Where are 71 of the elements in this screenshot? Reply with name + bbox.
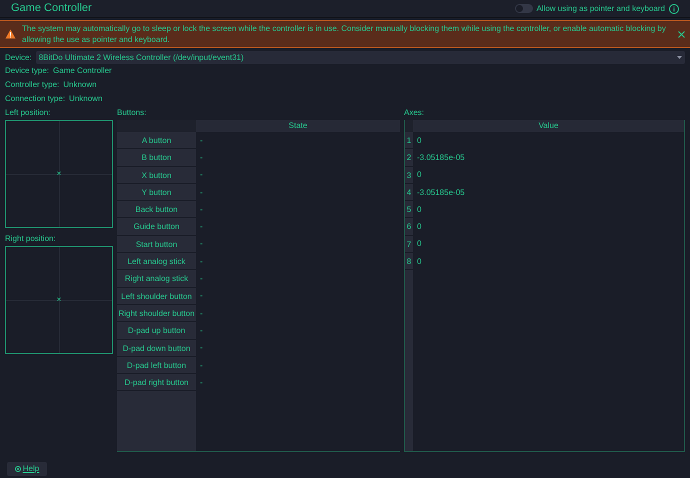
table-cell: 0 — [417, 221, 422, 234]
toggle-switch[interactable] — [515, 4, 534, 13]
info-label: Device type: — [5, 65, 50, 78]
row-header: D-pad left button — [117, 356, 196, 374]
position-marker: × — [56, 296, 62, 304]
table-cell: - — [200, 290, 203, 302]
row-header: Y button — [117, 184, 196, 202]
axes-label: Axes: — [404, 108, 426, 118]
table-cell: -3.05185e-05 — [417, 186, 465, 199]
row-header: Left shoulder button — [117, 288, 196, 305]
row-header: 6 — [405, 218, 413, 236]
table-cell: - — [200, 256, 203, 268]
table-cell: - — [200, 221, 203, 234]
info-label: Controller type: — [5, 79, 60, 92]
row-header: Right shoulder button — [117, 304, 196, 322]
info-value: Unknown — [63, 79, 97, 92]
info-icon[interactable] — [669, 4, 679, 14]
row-header: X button — [117, 166, 196, 184]
row-header: Right analog stick — [117, 270, 196, 288]
row-header: B button — [117, 149, 196, 167]
table-cell: - — [200, 342, 203, 354]
row-header: Start button — [117, 236, 196, 254]
device-label: Device: — [5, 52, 32, 64]
device-dropdown[interactable]: 8BitDo Ultimate 2 Wireless Controller (/dev/input/event31) — [36, 51, 685, 64]
position-marker: × — [56, 170, 62, 178]
position-label: Right position: — [5, 234, 57, 244]
help-button[interactable]: Help — [7, 462, 47, 476]
row-header: D-pad down button — [117, 340, 196, 357]
position-label: Left position: — [5, 108, 52, 118]
column-header: State — [196, 120, 400, 132]
table-cell: -3.05185e-05 — [417, 152, 465, 164]
row-header: 4 — [405, 184, 413, 202]
table-cell: 0 — [417, 238, 422, 250]
close-icon[interactable] — [678, 30, 685, 38]
row-header: 5 — [405, 201, 413, 218]
table-cell: - — [200, 273, 203, 286]
buttons-label: Buttons: — [117, 108, 148, 118]
info-value: Unknown — [69, 93, 102, 106]
row-header: Left analog stick — [117, 253, 196, 270]
table-cell: 0 — [417, 204, 422, 216]
table-cell: - — [200, 204, 203, 216]
table-cell: 0 — [417, 256, 422, 268]
table-cell: - — [200, 238, 203, 250]
toggle-label: Allow using as pointer and keyboard — [536, 2, 665, 14]
table-cell: - — [200, 152, 203, 164]
table-cell: - — [200, 186, 203, 199]
table-cell: - — [200, 376, 203, 389]
row-header: 8 — [405, 253, 413, 270]
table-cell: 0 — [417, 169, 422, 182]
row-header: 7 — [405, 236, 413, 254]
table-cell: - — [200, 360, 203, 372]
table-cell: - — [200, 308, 203, 320]
row-header: A button — [117, 132, 196, 150]
row-header: Guide button — [117, 218, 196, 236]
info-label: Connection type: — [5, 93, 66, 106]
caret-icon — [677, 56, 682, 59]
warning-message: The system may automatically go to sleep or lock the screen while the controller is in use. Consider manually blocking them while using the controller, or enable automatic blocking by allowing the use as pointer and keyboard. — [22, 23, 667, 45]
help-icon — [14, 466, 21, 472]
warning-icon — [5, 29, 16, 39]
table-cell: - — [200, 324, 203, 337]
table-cell: 0 — [417, 134, 422, 147]
row-header: D-pad up button — [117, 322, 196, 340]
window-title: Game Controller — [11, 1, 92, 16]
row-header: 3 — [405, 166, 413, 184]
row-header: D-pad right button — [117, 374, 196, 392]
table-cell: - — [200, 169, 203, 182]
info-value: Game Controller — [53, 65, 112, 78]
row-header: 2 — [405, 149, 413, 167]
column-header: Value — [413, 120, 684, 132]
table-cell: - — [200, 134, 203, 147]
row-header: Back button — [117, 201, 196, 218]
